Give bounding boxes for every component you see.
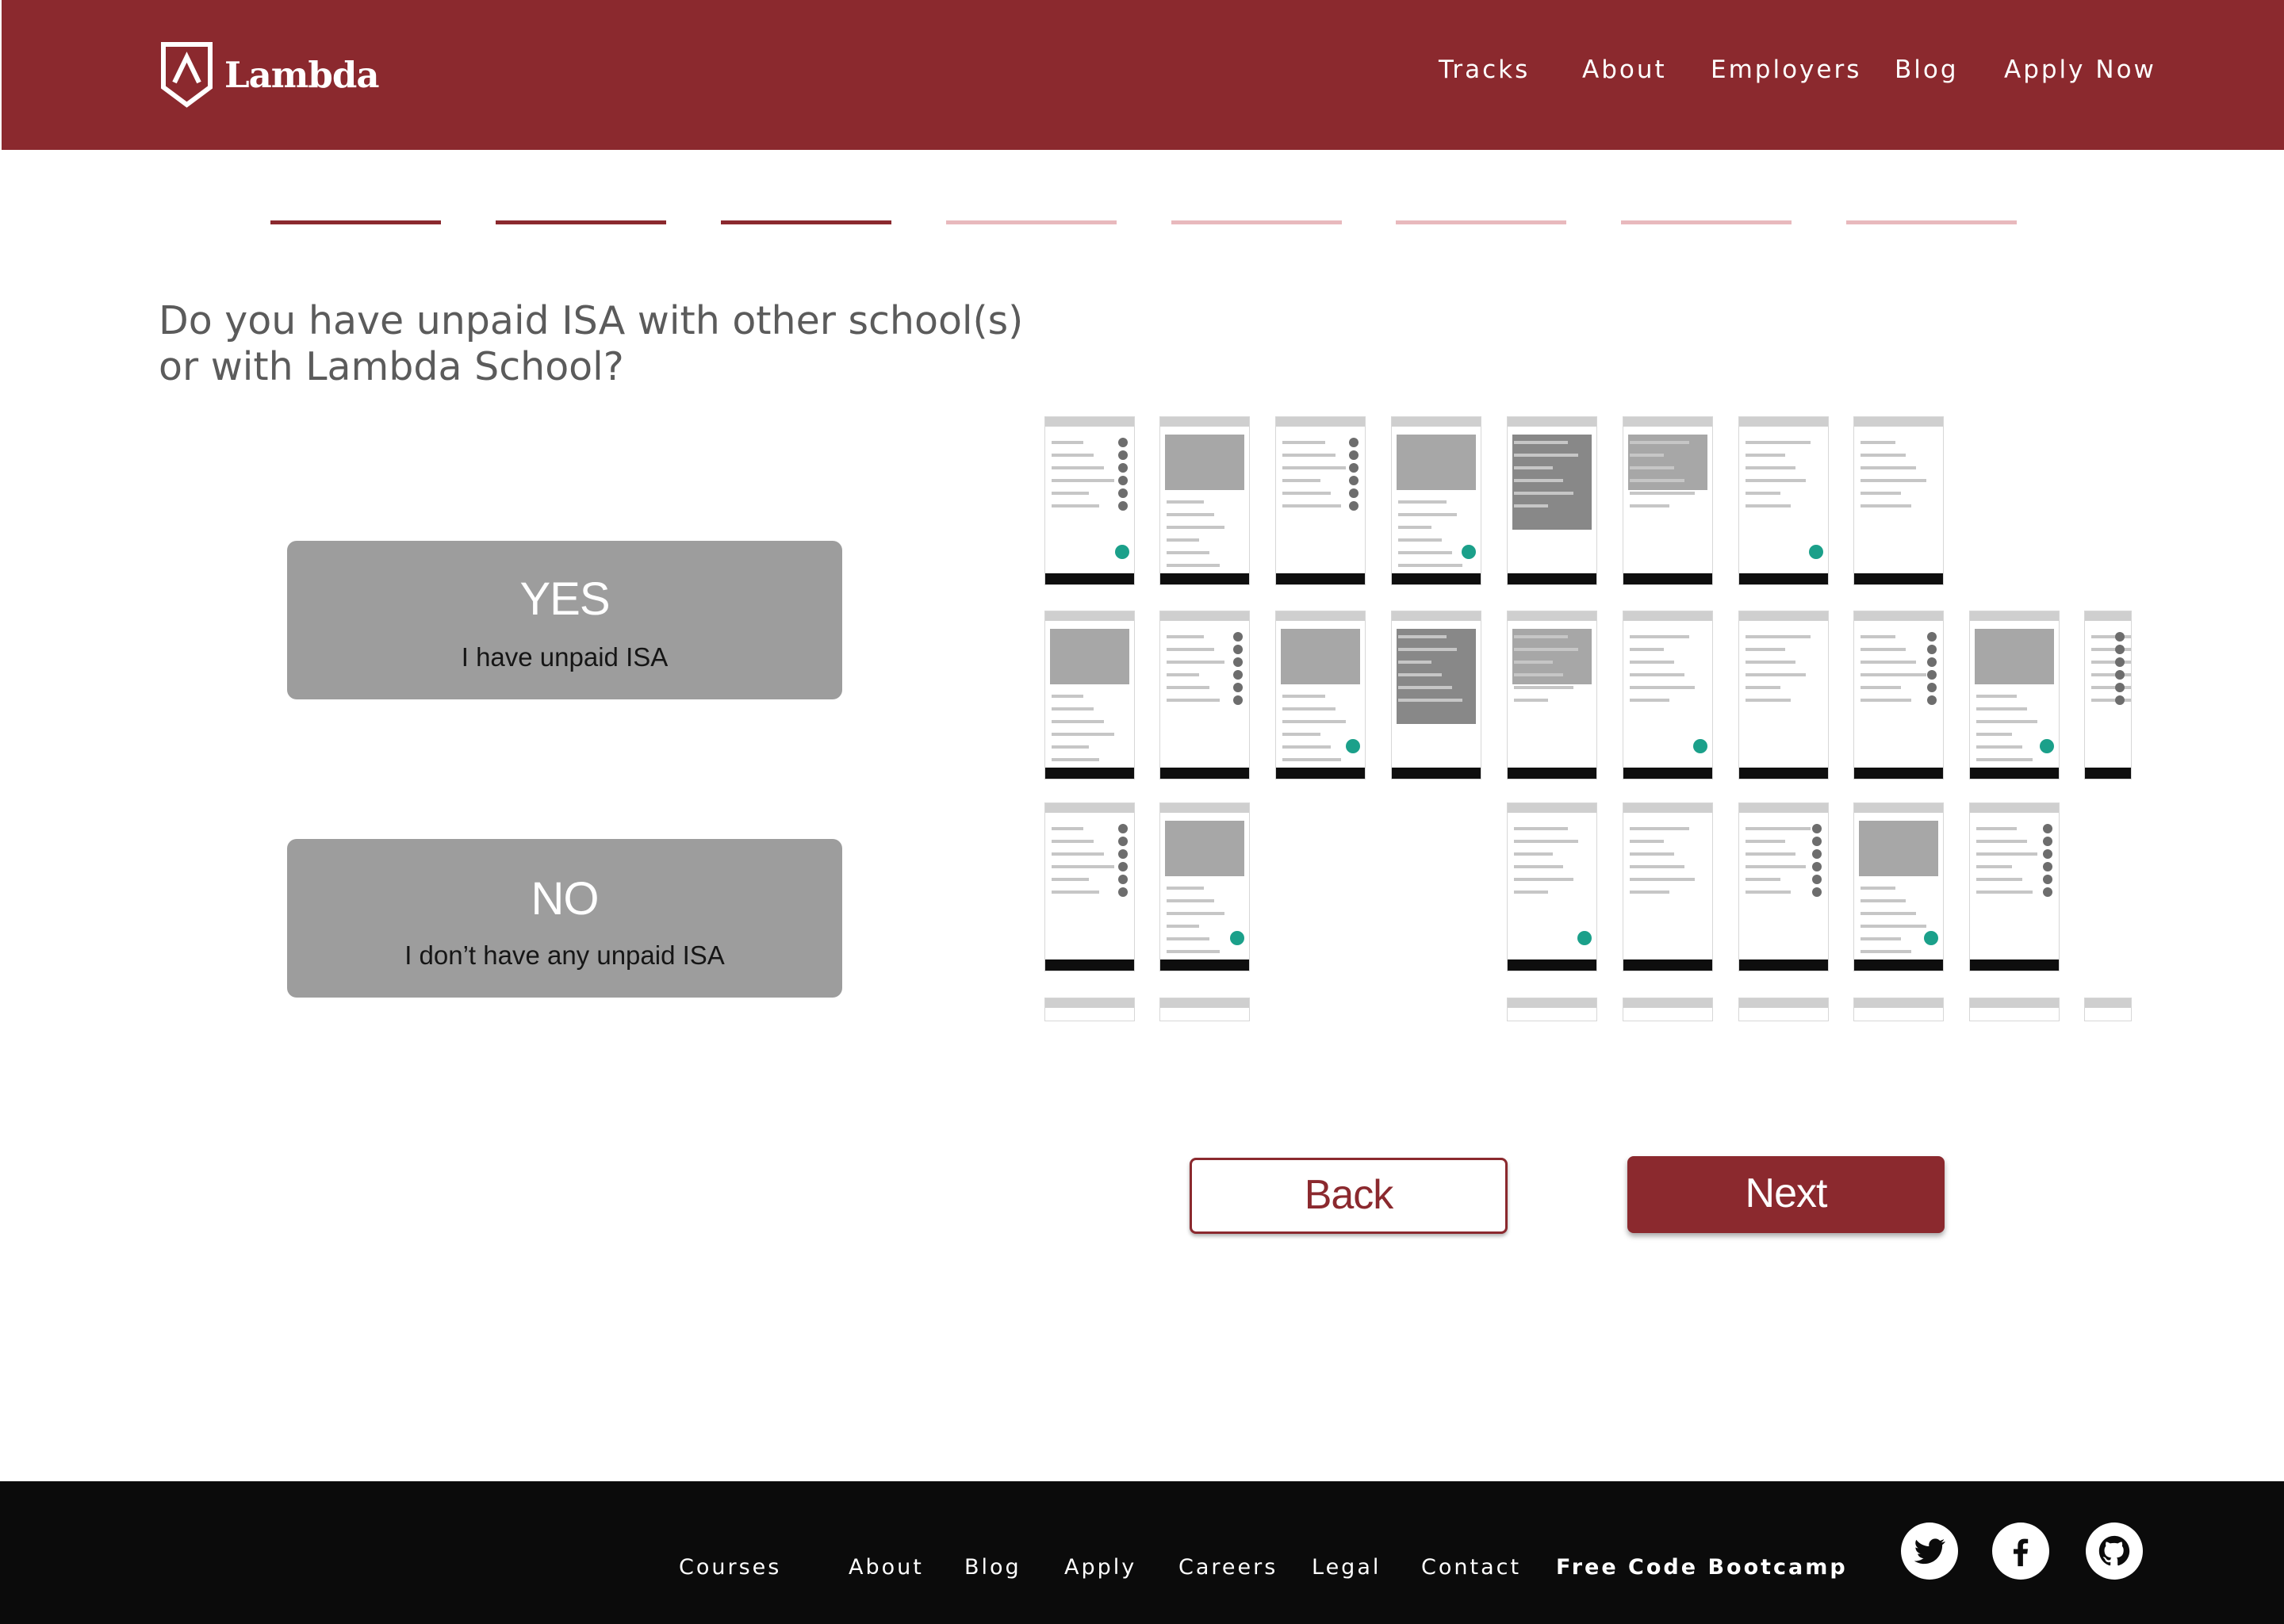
wireframe-thumbnail [1044,611,1135,779]
wireframe-thumbnail [1853,998,1944,1021]
wireframe-thumbnail [1853,416,1944,585]
wireframe-thumbnail [1738,416,1829,585]
progress-step [270,220,441,224]
no-option-button[interactable]: NO I don’t have any unpaid ISA [287,839,842,998]
twitter-icon[interactable] [1901,1522,1958,1580]
wireframe-thumbnail [1853,611,1944,779]
footer-link-careers[interactable]: Careers [1178,1555,1278,1580]
wireframe-thumbnail [2084,998,2132,1021]
footer-link-courses[interactable]: Courses [679,1555,781,1580]
wireframe-thumbnail [1507,802,1597,971]
brand-name: Lambda [224,53,380,96]
wireframe-thumbnail [1623,998,1713,1021]
progress-step [1396,220,1566,224]
footer-link-free-code-bootcamp[interactable]: Free Code Bootcamp [1556,1555,1848,1580]
wireframe-thumbnail [1044,416,1135,585]
footer-link-contact[interactable]: Contact [1421,1555,1521,1580]
wireframe-thumbnail [1275,611,1366,779]
wireframe-thumbnail [1738,802,1829,971]
progress-step [1846,220,2017,224]
facebook-icon[interactable] [1992,1522,2049,1580]
wireframe-thumbnail [1044,998,1135,1021]
wireframe-thumbnail [1969,998,2060,1021]
wireframe-thumbnail [1507,416,1597,585]
wireframe-thumbnail [1969,611,2060,779]
progress-step [1621,220,1792,224]
wireframe-thumbnail [1969,802,2060,971]
nav-employers[interactable]: Employers [1711,56,1861,84]
wireframe-thumbnail [2084,611,2132,779]
lambda-shield-icon [161,42,213,108]
wireframe-thumbnail [1159,998,1250,1021]
progress-step [721,220,891,224]
wireframe-thumbnail [1507,998,1597,1021]
next-button[interactable]: Next [1627,1156,1945,1233]
wireframe-thumbnail [1159,802,1250,971]
nav-about[interactable]: About [1582,56,1667,84]
header: Lambda Tracks About Employers Blog Apply… [2,0,2284,150]
no-option-title: NO [531,873,600,925]
nav-tracks[interactable]: Tracks [1439,56,1530,84]
wireframe-thumbnail [1044,802,1135,971]
wireframe-thumbnail [1623,611,1713,779]
nav-blog[interactable]: Blog [1895,56,1959,84]
wireframe-thumbnail [1623,802,1713,971]
wireframe-thumbnail [1623,416,1713,585]
footer-link-about[interactable]: About [849,1555,924,1580]
twitter-glyph [1914,1538,1945,1565]
github-icon[interactable] [2086,1522,2143,1580]
footer-link-blog[interactable]: Blog [964,1555,1021,1580]
wireframe-thumbnail [1853,802,1944,971]
wireframe-thumbnail [1507,611,1597,779]
yes-option-title: YES [519,573,610,625]
wireframe-thumbnail [1738,611,1829,779]
facebook-glyph [2013,1538,2029,1567]
yes-option-button[interactable]: YES I have unpaid ISA [287,541,842,699]
progress-step [946,220,1117,224]
wireframe-thumbnail [1159,416,1250,585]
question-text: Do you have unpaid ISA with other school… [159,298,1024,389]
nav-apply-now[interactable]: Apply Now [2004,56,2156,84]
yes-option-subtitle: I have unpaid ISA [461,642,669,672]
logo[interactable]: Lambda [160,41,380,108]
footer-link-legal[interactable]: Legal [1312,1555,1381,1580]
wireframe-thumbnail [1738,998,1829,1021]
back-button[interactable]: Back [1190,1158,1508,1234]
no-option-subtitle: I don’t have any unpaid ISA [404,940,725,970]
progress-step [1171,220,1342,224]
wireframe-thumbnail [1391,611,1481,779]
wireframe-thumbnail [1391,416,1481,585]
wireframe-thumbnail [1275,416,1366,585]
footer-link-apply[interactable]: Apply [1064,1555,1136,1580]
progress-step [496,220,666,224]
wireframe-thumbnail [1159,611,1250,779]
github-glyph [2098,1535,2130,1566]
